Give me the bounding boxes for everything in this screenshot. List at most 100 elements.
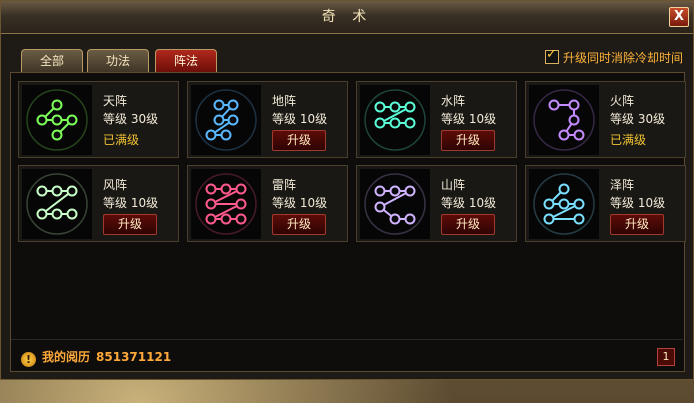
- formation-node: [51, 185, 63, 197]
- formation-node: [235, 198, 247, 210]
- formation-card-shui: 水阵 等级 10级 升级: [356, 81, 517, 158]
- formation-node: [389, 213, 401, 225]
- formation-node: [227, 114, 239, 126]
- tian-formation-icon[interactable]: [22, 85, 92, 155]
- formation-level: 等级 10级: [610, 196, 666, 210]
- formation-level: 等级 10级: [272, 196, 328, 210]
- formation-node: [220, 183, 232, 195]
- formation-node: [573, 198, 585, 210]
- formation-node: [374, 117, 386, 129]
- formation-node: [374, 185, 386, 197]
- formation-node: [374, 201, 386, 213]
- di-formation-icon[interactable]: [191, 85, 261, 155]
- max-level-label: 已满级: [610, 133, 647, 147]
- huo-formation-icon[interactable]: [529, 85, 599, 155]
- formation-node: [66, 185, 78, 197]
- formation-level: 等级 10级: [103, 196, 159, 210]
- formation-level: 等级 10级: [441, 196, 497, 210]
- formation-name: 泽阵: [610, 178, 635, 192]
- formation-node: [205, 129, 217, 141]
- formation-name: 山阵: [441, 178, 466, 192]
- formation-node: [543, 213, 555, 225]
- formation-node: [558, 198, 570, 210]
- formation-node: [51, 99, 63, 111]
- experience-label: 我的阅历: [42, 350, 91, 364]
- ze-formation-icon[interactable]: [529, 169, 599, 239]
- formation-node: [374, 101, 386, 113]
- formation-name: 火阵: [610, 94, 635, 108]
- formation-node: [235, 183, 247, 195]
- formation-node: [573, 213, 585, 225]
- formation-node: [220, 213, 232, 225]
- formation-node: [404, 117, 416, 129]
- formation-card-tian: 天阵 等级 30级 已满级: [18, 81, 179, 158]
- formation-card-lei: 雷阵 等级 10级 升级: [187, 165, 348, 242]
- upgrade-button-shan[interactable]: 升级: [441, 214, 495, 235]
- formation-node: [548, 99, 560, 111]
- upgrade-button-di[interactable]: 升级: [272, 130, 326, 151]
- formation-name: 水阵: [441, 94, 466, 108]
- formation-node: [36, 114, 48, 126]
- formation-card-huo: 火阵 等级 30级 已满级: [525, 81, 686, 158]
- window-title: 奇 术: [321, 9, 373, 25]
- clear-cooldown-option[interactable]: 升级同时消除冷却时间: [544, 47, 683, 67]
- shui-formation-icon[interactable]: [360, 85, 430, 155]
- tab-formations[interactable]: 阵法: [155, 49, 217, 73]
- formation-node: [205, 198, 217, 210]
- formation-panel: 天阵 等级 30级 已满级 地阵 等级 10级 升级 水阵 等级 10级 升级 …: [10, 72, 686, 372]
- formation-node: [51, 208, 63, 220]
- formation-node: [389, 185, 401, 197]
- close-button[interactable]: X: [669, 7, 689, 27]
- formation-node: [404, 213, 416, 225]
- max-level-label: 已满级: [103, 133, 140, 147]
- formation-node: [66, 208, 78, 220]
- upgrade-button-ze[interactable]: 升级: [610, 214, 664, 235]
- formation-level: 等级 30级: [103, 112, 159, 126]
- formation-node: [36, 185, 48, 197]
- formation-name: 雷阵: [272, 178, 297, 192]
- shan-formation-icon[interactable]: [360, 169, 430, 239]
- feng-formation-icon[interactable]: [22, 169, 92, 239]
- formation-node: [235, 213, 247, 225]
- formation-node: [568, 114, 580, 126]
- upgrade-button-lei[interactable]: 升级: [272, 214, 326, 235]
- formation-node: [389, 101, 401, 113]
- warning-icon: !: [21, 352, 36, 367]
- formation-node: [213, 99, 225, 111]
- formation-node: [66, 114, 78, 126]
- formation-card-ze: 泽阵 等级 10级 升级: [525, 165, 686, 242]
- formation-node: [205, 213, 217, 225]
- footer-divider: [11, 339, 683, 340]
- formation-node: [51, 114, 63, 126]
- qishu-window: 奇 术 X 全部 功法 阵法 升级同时消除冷却时间 天阵 等级 30级 已满级 …: [0, 0, 694, 380]
- formation-node: [205, 183, 217, 195]
- formation-node: [36, 208, 48, 220]
- formation-node: [227, 99, 239, 111]
- formation-node: [543, 198, 555, 210]
- upgrade-button-shui[interactable]: 升级: [441, 130, 495, 151]
- clear-cooldown-label: 升级同时消除冷却时间: [562, 51, 683, 65]
- formation-node: [404, 101, 416, 113]
- formation-node: [404, 185, 416, 197]
- formation-node: [568, 99, 580, 111]
- formation-node: [220, 129, 232, 141]
- lei-formation-icon[interactable]: [191, 169, 261, 239]
- tab-all[interactable]: 全部: [21, 49, 83, 73]
- formation-node: [573, 129, 585, 141]
- title-bar: 奇 术 X: [1, 1, 693, 34]
- experience-display: ! 我的阅历 851371121: [21, 348, 171, 367]
- formation-card-shan: 山阵 等级 10级 升级: [356, 165, 517, 242]
- formation-level: 等级 30级: [610, 112, 666, 126]
- formation-node: [558, 129, 570, 141]
- page-number[interactable]: 1: [657, 348, 675, 366]
- formation-node: [389, 117, 401, 129]
- clear-cooldown-checkbox[interactable]: [544, 47, 559, 64]
- formation-level: 等级 10级: [272, 112, 328, 126]
- formation-node: [213, 114, 225, 126]
- formation-node: [51, 129, 63, 141]
- tab-skills[interactable]: 功法: [87, 49, 149, 73]
- formation-card-di: 地阵 等级 10级 升级: [187, 81, 348, 158]
- experience-value: 851371121: [96, 350, 172, 364]
- formation-name: 风阵: [103, 178, 128, 192]
- upgrade-button-feng[interactable]: 升级: [103, 214, 157, 235]
